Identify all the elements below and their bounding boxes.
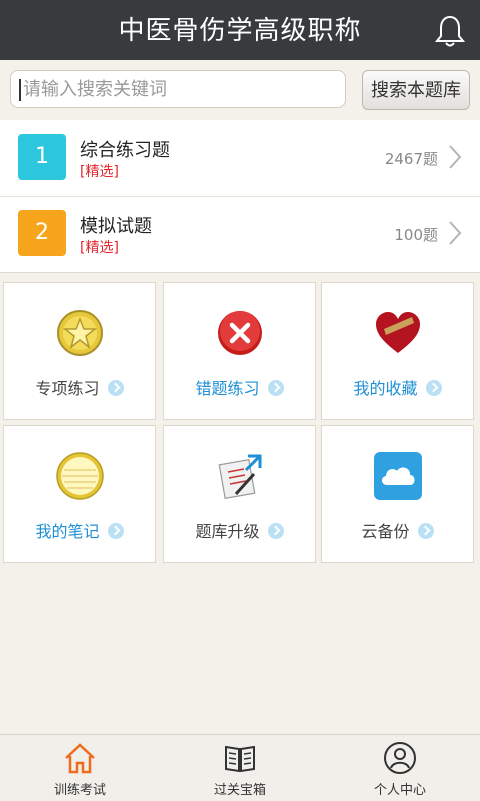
search-button[interactable]: 搜索本题库: [362, 70, 470, 110]
tile-label: 云备份: [361, 522, 410, 541]
arrow-right-icon: [417, 522, 434, 539]
tab-label: 过关宝箱: [213, 783, 266, 798]
notebook-icon: [55, 452, 104, 500]
list-item[interactable]: 1 综合练习题 [精选] 2467题: [0, 120, 480, 197]
number-badge: 1: [18, 134, 66, 180]
tile-favorites[interactable]: 我的收藏: [321, 282, 474, 420]
list-item[interactable]: 2 模拟试题 [精选] 100题: [0, 196, 480, 272]
tab-training-exam[interactable]: 训练考试: [0, 735, 160, 801]
home-icon: [65, 743, 95, 774]
cloud-icon: [373, 452, 422, 500]
arrow-right-icon: [267, 379, 284, 396]
tab-treasure-box[interactable]: 过关宝箱: [160, 735, 320, 801]
title-bar: 中医骨伤学高级职称: [0, 0, 480, 60]
tile-label: 错题练习: [195, 379, 260, 398]
arrow-right-icon: [267, 522, 284, 539]
arrow-right-icon: [425, 379, 442, 396]
page-title: 中医骨伤学高级职称: [118, 16, 362, 46]
text-caret: [19, 79, 21, 101]
list-item-title: 综合练习题: [80, 140, 170, 161]
tile-upgrade[interactable]: 题库升级: [163, 425, 316, 563]
arrow-right-icon: [107, 379, 124, 396]
tile-special-practice[interactable]: 专项练习: [3, 282, 156, 420]
bell-icon[interactable]: [434, 14, 466, 48]
tile-label: 题库升级: [195, 522, 260, 541]
number-badge: 2: [18, 210, 66, 256]
question-bank-list: 1 综合练习题 [精选] 2467题 2 模拟试题 [精选] 100题: [0, 120, 480, 273]
tab-label: 个人中心: [373, 783, 426, 798]
search-input[interactable]: 请输入搜索关键词: [10, 70, 346, 108]
wrong-icon: [217, 311, 262, 355]
list-item-tag: [精选]: [80, 164, 119, 180]
chevron-right-icon: [449, 145, 462, 169]
star-icon: [56, 310, 103, 356]
tile-wrong-practice[interactable]: 错题练习: [163, 282, 316, 420]
book-icon: [225, 745, 255, 773]
tile-label: 专项练习: [35, 379, 100, 398]
search-bar: 请输入搜索关键词 搜索本题库: [0, 60, 480, 120]
list-item-count: 2467题: [384, 150, 438, 168]
arrow-right-icon: [107, 522, 124, 539]
tab-personal-center[interactable]: 个人中心: [320, 735, 480, 801]
list-item-title: 模拟试题: [80, 216, 152, 237]
tab-label: 训练考试: [53, 783, 106, 798]
chevron-right-icon: [449, 221, 462, 245]
tile-label: 我的收藏: [353, 379, 418, 398]
upgrade-icon: [218, 454, 261, 500]
tile-notes[interactable]: 我的笔记: [3, 425, 156, 563]
bottom-tab-bar: 训练考试 过关宝箱 个人中心: [0, 734, 480, 801]
tile-cloud-backup[interactable]: 云备份: [321, 425, 474, 563]
list-item-count: 100题: [394, 226, 438, 244]
list-item-tag: [精选]: [80, 240, 119, 256]
user-icon: [384, 742, 416, 774]
search-placeholder: 请输入搜索关键词: [23, 79, 167, 100]
tile-label: 我的笔记: [35, 522, 100, 541]
heart-icon: [375, 312, 420, 353]
